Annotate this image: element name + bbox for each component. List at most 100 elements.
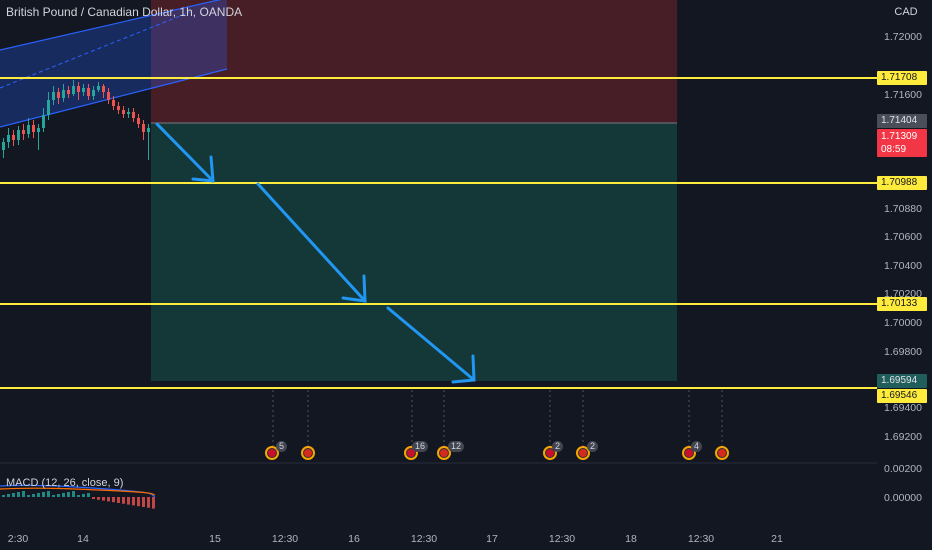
take-profit-zone <box>151 123 677 381</box>
candle-body <box>7 135 10 142</box>
candle-body <box>57 92 60 98</box>
macd-bar <box>42 492 45 497</box>
price-chart[interactable] <box>0 0 932 550</box>
macd-bar <box>92 497 95 499</box>
candle-body <box>72 86 75 94</box>
macd-bar <box>117 497 120 503</box>
macd-bar <box>87 493 90 497</box>
candle-body <box>77 86 80 92</box>
canada-flag-event-icon[interactable] <box>301 446 315 460</box>
entry-tag: 1.71404 <box>877 114 927 128</box>
currency-selector[interactable]: CAD <box>889 3 923 21</box>
candle-body <box>67 90 70 94</box>
macd-histogram <box>2 491 155 509</box>
price-label: 1.70880 <box>884 203 922 215</box>
candle-body <box>47 100 50 115</box>
price-label: 1.69200 <box>884 431 922 443</box>
macd-bar <box>22 491 25 497</box>
macd-bar <box>47 491 50 497</box>
macd-bar <box>17 492 20 497</box>
macd-bar <box>52 495 55 497</box>
time-label: 2:30 <box>7 533 29 545</box>
time-label: 16 <box>348 533 360 545</box>
price-label: 1.70600 <box>884 231 922 243</box>
candle-body <box>37 128 40 132</box>
macd-bar <box>132 497 135 506</box>
event-count: 5 <box>276 441 288 452</box>
macd-bar <box>7 494 10 497</box>
candle-body <box>147 128 150 132</box>
price-label: 1.70400 <box>884 260 922 272</box>
price-label: 1.69800 <box>884 346 922 358</box>
time-label: 12:30 <box>271 533 299 545</box>
candle-body <box>102 86 105 92</box>
candle-body <box>32 125 35 132</box>
candle-body <box>122 110 125 114</box>
event-count: 2 <box>552 441 564 452</box>
macd-bar <box>2 495 5 497</box>
macd-bar <box>147 497 150 508</box>
macd-bar <box>37 493 40 497</box>
time-label: 17 <box>486 533 498 545</box>
candle-body <box>107 92 110 100</box>
macd-bar <box>152 497 155 509</box>
candle-body <box>62 90 65 98</box>
event-count: 12 <box>448 441 465 452</box>
level-tag-2: 1.70988 <box>877 176 927 190</box>
bar-countdown: 08:59 <box>881 144 907 155</box>
time-label: 12:30 <box>410 533 438 545</box>
target-tag: 1.69594 <box>877 374 927 388</box>
candle-body <box>112 100 115 106</box>
candle-body <box>117 106 120 110</box>
macd-axis-label: 0.00200 <box>884 463 922 475</box>
macd-bar <box>97 497 100 500</box>
macd-bar <box>27 495 30 497</box>
candle-body <box>137 118 140 124</box>
candle-body <box>2 142 5 150</box>
canada-flag-event-icon[interactable] <box>715 446 729 460</box>
time-label: 21 <box>771 533 783 545</box>
candle-body <box>142 124 145 132</box>
macd-bar <box>112 497 115 503</box>
event-count: 4 <box>691 441 703 452</box>
candle-body <box>22 130 25 134</box>
macd-bar <box>57 494 60 497</box>
macd-bar <box>12 493 15 497</box>
macd-bar <box>32 494 35 497</box>
macd-bar <box>137 497 140 507</box>
current-price-tag: 1.71309 08:59 <box>877 129 927 157</box>
macd-legend[interactable]: MACD (12, 26, close, 9) <box>6 477 123 489</box>
chart-window[interactable]: British Pound / Canadian Dollar, 1h, OAN… <box>0 0 932 550</box>
time-label: 12:30 <box>687 533 715 545</box>
price-label: 1.71600 <box>884 89 922 101</box>
macd-bar <box>67 492 70 497</box>
candle-body <box>97 86 100 90</box>
level-tag-1: 1.71708 <box>877 71 927 85</box>
level-tag-3: 1.70133 <box>877 297 927 311</box>
macd-bar <box>102 497 105 501</box>
time-label: 12:30 <box>548 533 576 545</box>
price-label: 1.70000 <box>884 317 922 329</box>
time-label: 15 <box>209 533 221 545</box>
candle-body <box>87 88 90 96</box>
candle-body <box>27 125 30 134</box>
candle-body <box>52 92 55 100</box>
event-count: 2 <box>587 441 599 452</box>
macd-bar <box>107 497 110 502</box>
macd-bar <box>122 497 125 504</box>
macd-bar <box>62 493 65 497</box>
macd-bar <box>127 497 130 505</box>
macd-bar <box>82 494 85 497</box>
level-tag-4: 1.69546 <box>877 389 927 403</box>
macd-bar <box>72 491 75 497</box>
candle-body <box>12 135 15 140</box>
event-guides <box>272 390 723 447</box>
macd-bar <box>77 495 80 497</box>
time-label: 14 <box>77 533 89 545</box>
candle-body <box>92 90 95 96</box>
candle-body <box>17 130 20 140</box>
candle-body <box>42 115 45 128</box>
candle-body <box>127 112 130 114</box>
price-label: 1.69400 <box>884 402 922 414</box>
symbol-title[interactable]: British Pound / Canadian Dollar, 1h, OAN… <box>6 5 242 19</box>
